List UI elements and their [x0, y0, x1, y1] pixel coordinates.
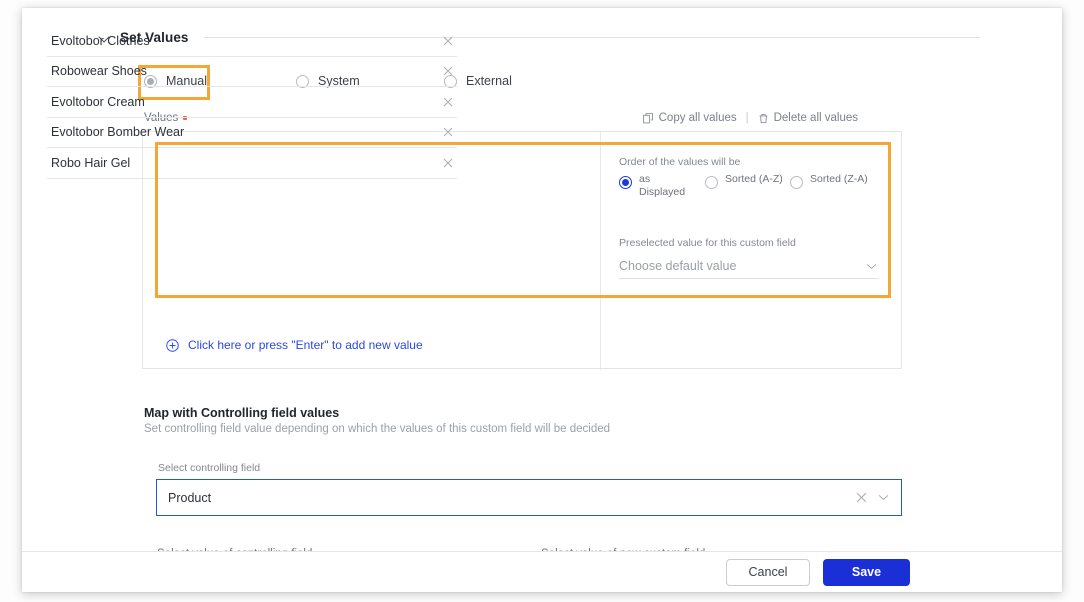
values-list: Evoltobor Clothes Robowear Shoes Evoltob… — [47, 26, 457, 179]
list-item[interactable]: Evoltobor Cream — [47, 87, 457, 118]
map-section-title: Map with Controlling field values — [144, 406, 340, 420]
list-item-label: Evoltobor Clothes — [51, 33, 150, 48]
list-item[interactable]: Robowear Shoes — [47, 57, 457, 87]
list-item-label: Evoltobor Cream — [51, 94, 145, 109]
delete-all-values-button[interactable]: Delete all values — [758, 112, 858, 124]
radio-external-label: External — [466, 74, 512, 88]
preselected-placeholder: Choose default value — [619, 259, 737, 273]
copy-icon — [642, 112, 653, 123]
copy-all-values-label: Copy all values — [658, 112, 737, 124]
map-section-subtitle: Set controlling field value depending on… — [144, 423, 611, 435]
close-icon[interactable] — [443, 66, 453, 76]
screen: Set Values Manual System External Values… — [0, 0, 1084, 602]
radio-option-sorted-az[interactable]: Sorted (A-Z) — [705, 173, 783, 189]
controlling-field-icons — [856, 492, 891, 503]
radio-sorted-az-label: Sorted (A-Z) — [725, 173, 783, 185]
cancel-button[interactable]: Cancel — [726, 558, 810, 586]
controlling-field-value: Product — [168, 490, 212, 505]
trash-icon — [759, 113, 768, 123]
radio-option-as-displayed[interactable]: as Displayed — [619, 173, 697, 199]
chevron-down-icon[interactable] — [878, 494, 889, 501]
close-icon[interactable] — [443, 97, 453, 107]
controlling-field-select[interactable]: Product — [156, 479, 902, 516]
list-item-label: Robo Hair Gel — [51, 155, 131, 170]
preselected-caption: Preselected value for this custom field — [619, 237, 796, 249]
list-item[interactable]: Evoltobor Clothes — [47, 26, 457, 57]
add-new-value-label: Click here or press "Enter" to add new v… — [188, 338, 423, 352]
values-toolbar: Copy all values | Delete all values — [642, 112, 858, 124]
list-item[interactable]: Evoltobor Bomber Wear — [47, 118, 457, 148]
preselected-value-select[interactable]: Choose default value — [619, 254, 879, 279]
close-icon[interactable] — [443, 36, 453, 46]
list-item-label: Evoltobor Bomber Wear — [51, 125, 185, 140]
close-icon[interactable] — [856, 492, 867, 503]
copy-all-values-button[interactable]: Copy all values — [642, 112, 737, 124]
radio-sorted-za-indicator[interactable] — [790, 176, 803, 189]
order-caption: Order of the values will be — [619, 156, 741, 168]
save-button[interactable]: Save — [823, 558, 910, 586]
delete-all-values-label: Delete all values — [773, 112, 858, 124]
custom-field-modal: Set Values Manual System External Values… — [22, 8, 1062, 592]
close-icon[interactable] — [443, 127, 453, 137]
plus-circle-icon — [166, 338, 179, 352]
radio-as-displayed-indicator[interactable] — [619, 176, 632, 189]
list-item-label: Robowear Shoes — [51, 64, 147, 79]
toolbar-separator: | — [745, 112, 749, 124]
radio-option-sorted-za[interactable]: Sorted (Z-A) — [790, 173, 868, 189]
radio-sorted-za-label: Sorted (Z-A) — [810, 173, 868, 185]
controlling-field-caption: Select controlling field — [158, 462, 261, 474]
radio-sorted-az-indicator[interactable] — [705, 176, 718, 189]
chevron-down-icon — [866, 263, 877, 269]
list-item[interactable]: Robo Hair Gel — [47, 148, 457, 179]
add-new-value-button[interactable]: Click here or press "Enter" to add new v… — [166, 338, 423, 352]
order-radio-group: as Displayed Sorted (A-Z) Sorted (Z-A) — [619, 173, 889, 207]
radio-as-displayed-label: as Displayed — [639, 173, 686, 198]
close-icon[interactable] — [443, 158, 453, 168]
modal-body: Set Values Manual System External Values… — [22, 8, 1062, 551]
panel-divider — [600, 132, 601, 370]
modal-footer: Cancel Save — [22, 551, 1062, 592]
